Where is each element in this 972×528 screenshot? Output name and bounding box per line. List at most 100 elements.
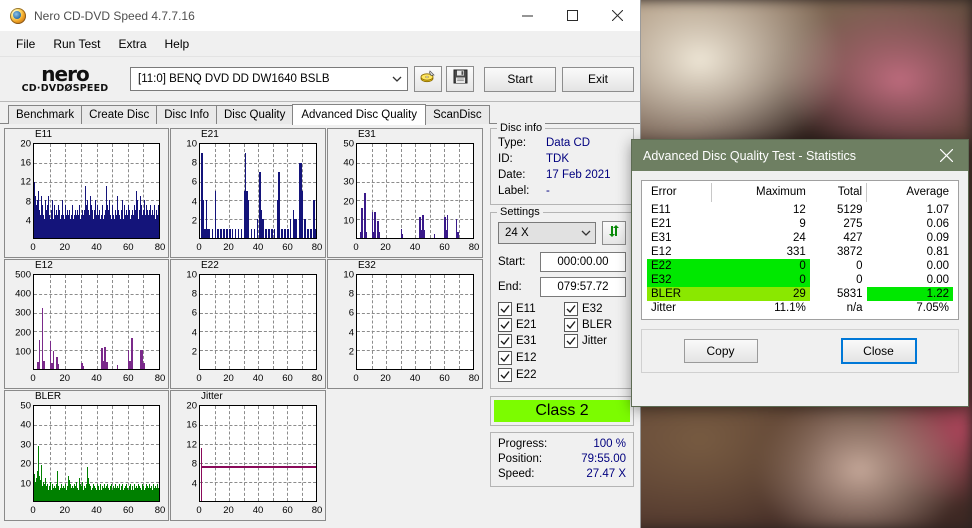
statistics-cell-total: n/a: [846, 302, 863, 314]
chart-x-tick: 40: [252, 242, 264, 253]
refresh-button[interactable]: [602, 221, 626, 245]
statistics-row-e21[interactable]: E21 9 275 0.06: [647, 217, 953, 231]
chart-series: [34, 406, 159, 501]
chart-y-tick: 6: [348, 307, 354, 319]
disc-info-key-id: ID:: [498, 153, 513, 165]
statistics-cell-error: E12: [651, 246, 672, 258]
chart-y-tick: 16: [186, 419, 197, 431]
checkmark-icon: [564, 334, 578, 348]
chart-x-tick: 80: [154, 373, 166, 384]
statistics-dialog-title: Advanced Disc Quality Test - Statistics: [643, 148, 857, 163]
statistics-cell-total: 3872: [836, 246, 863, 258]
chart-y-tick: 4: [348, 327, 354, 339]
statistics-cell-average: 0.81: [926, 246, 949, 258]
chart-y-tick: 4: [191, 327, 197, 339]
chart-y-tick: 20: [20, 138, 31, 150]
statistics-cell-total: 5129: [836, 204, 863, 216]
chart-y-tick: 6: [191, 307, 197, 319]
statistics-close-button[interactable]: [924, 140, 968, 171]
chart-y-tick: 300: [15, 307, 31, 319]
checkbox-e22[interactable]: E22: [498, 367, 560, 382]
chevron-down-icon: [391, 73, 403, 85]
menu-extra[interactable]: Extra: [110, 34, 154, 54]
chart-y-tick: 8: [191, 157, 197, 169]
right-info-column: Disc info Type: Data CD ID: TDK Date: 17 Fe…: [490, 122, 634, 524]
chart-title: E21: [201, 129, 219, 140]
statistics-row-e32[interactable]: E32 0 0 0.00: [647, 273, 953, 287]
statistics-cell-error: E31: [651, 232, 672, 244]
position-key: Position:: [498, 453, 543, 465]
chart-y-tick: 10: [343, 215, 354, 227]
menu-help[interactable]: Help: [157, 34, 198, 54]
save-button[interactable]: [446, 66, 474, 92]
close-button[interactable]: Close: [840, 338, 917, 364]
chart-x-tick: 40: [91, 373, 102, 384]
chart-y-tick: 200: [15, 327, 31, 339]
tab-advanced-disc-quality[interactable]: Advanced Disc Quality: [292, 104, 427, 125]
chart-x-axis: 0 20 40 60 80: [30, 373, 165, 387]
checkbox-label: E21: [516, 319, 537, 331]
chart-y-tick: 50: [343, 138, 354, 150]
start-field-label: Start:: [498, 256, 526, 268]
tab-disc-quality[interactable]: Disc Quality: [216, 105, 294, 124]
chart-x-tick: 20: [59, 373, 71, 384]
close-button[interactable]: [595, 0, 640, 31]
tab-disc-info[interactable]: Disc Info: [156, 105, 217, 124]
end-input[interactable]: 079:57.72: [540, 277, 626, 297]
start-button[interactable]: Start: [484, 66, 556, 92]
checkbox-e11[interactable]: E11: [498, 302, 560, 316]
checkbox-bler[interactable]: BLER: [564, 318, 626, 332]
minimize-button[interactable]: [505, 0, 550, 31]
copy-button[interactable]: Copy: [683, 339, 758, 363]
chart-series: [34, 144, 159, 238]
statistics-row-bler[interactable]: BLER 29 5831 1.22: [647, 287, 953, 301]
class-badge-text: Class 2: [494, 400, 630, 422]
chart-y-tick: 8: [348, 288, 354, 300]
checkbox-e12[interactable]: E12: [498, 350, 560, 365]
exit-button[interactable]: Exit: [562, 66, 634, 92]
chart-x-tick: 80: [468, 373, 480, 384]
tab-create-disc[interactable]: Create Disc: [81, 105, 158, 124]
eject-disc-button[interactable]: [414, 66, 442, 92]
statistics-row-e11[interactable]: E11 12 5129 1.07: [647, 203, 953, 218]
chart-x-axis: 0 20 40 60 80: [353, 373, 479, 387]
drive-select[interactable]: [11:0] BENQ DVD DD DW1640 BSLB: [130, 67, 408, 91]
checkbox-e31[interactable]: E31: [498, 334, 560, 348]
chart-y-tick: 4: [191, 478, 197, 490]
progress-row: Progress: 100 %: [498, 437, 626, 452]
error-type-checkboxes: E11 E32 E21 BLER E31 Jitter E12 E22: [498, 302, 626, 382]
chart-y-tick: 30: [343, 176, 354, 188]
statistics-row-e31[interactable]: E31 24 427 0.09: [647, 231, 953, 245]
tab-benchmark[interactable]: Benchmark: [8, 105, 83, 124]
tab-scandisc[interactable]: ScanDisc: [425, 105, 490, 124]
menu-file[interactable]: File: [8, 34, 43, 54]
statistics-cell-maximum: 9: [799, 218, 806, 230]
statistics-cell-error: Jitter: [651, 302, 676, 314]
speed-select[interactable]: 24 X: [498, 222, 596, 244]
statistics-cell-average: 0.09: [926, 232, 949, 244]
checkbox-e21[interactable]: E21: [498, 318, 560, 332]
menu-run-test[interactable]: Run Test: [45, 34, 108, 54]
chart-x-tick: 80: [311, 373, 323, 384]
checkbox-jitter[interactable]: Jitter: [564, 334, 626, 348]
chart-y-axis: 4 8 12 16 20: [171, 391, 199, 520]
chart-body: E32 0 20 40 60 80: [353, 260, 479, 388]
statistics-row-e12[interactable]: E12 331 3872 0.81: [647, 245, 953, 259]
statistics-cell-average: 7.05%: [916, 302, 949, 314]
statistics-cell-error: E11: [651, 204, 671, 216]
statistics-dialog-buttons: Copy Close: [641, 329, 959, 373]
chart-x-tick: 60: [282, 505, 293, 516]
checkmark-icon: [498, 334, 512, 348]
chart-x-tick: 0: [196, 242, 202, 253]
maximize-button[interactable]: [550, 0, 595, 31]
start-input[interactable]: 000:00.00: [540, 252, 626, 272]
chart-series: [200, 275, 316, 369]
chart-x-tick: 60: [122, 505, 134, 516]
chart-y-tick: 8: [191, 458, 197, 470]
chart-y-tick: 4: [25, 215, 31, 227]
statistics-cell-average: 0.00: [926, 260, 949, 272]
chart-body: Jitter 0 20 40 60 80: [196, 391, 322, 520]
statistics-row-jitter[interactable]: Jitter 11.1% n/a 7.05%: [647, 301, 953, 315]
checkbox-e32[interactable]: E32: [564, 302, 626, 316]
statistics-row-e22[interactable]: E22 0 0 0.00: [647, 259, 953, 273]
